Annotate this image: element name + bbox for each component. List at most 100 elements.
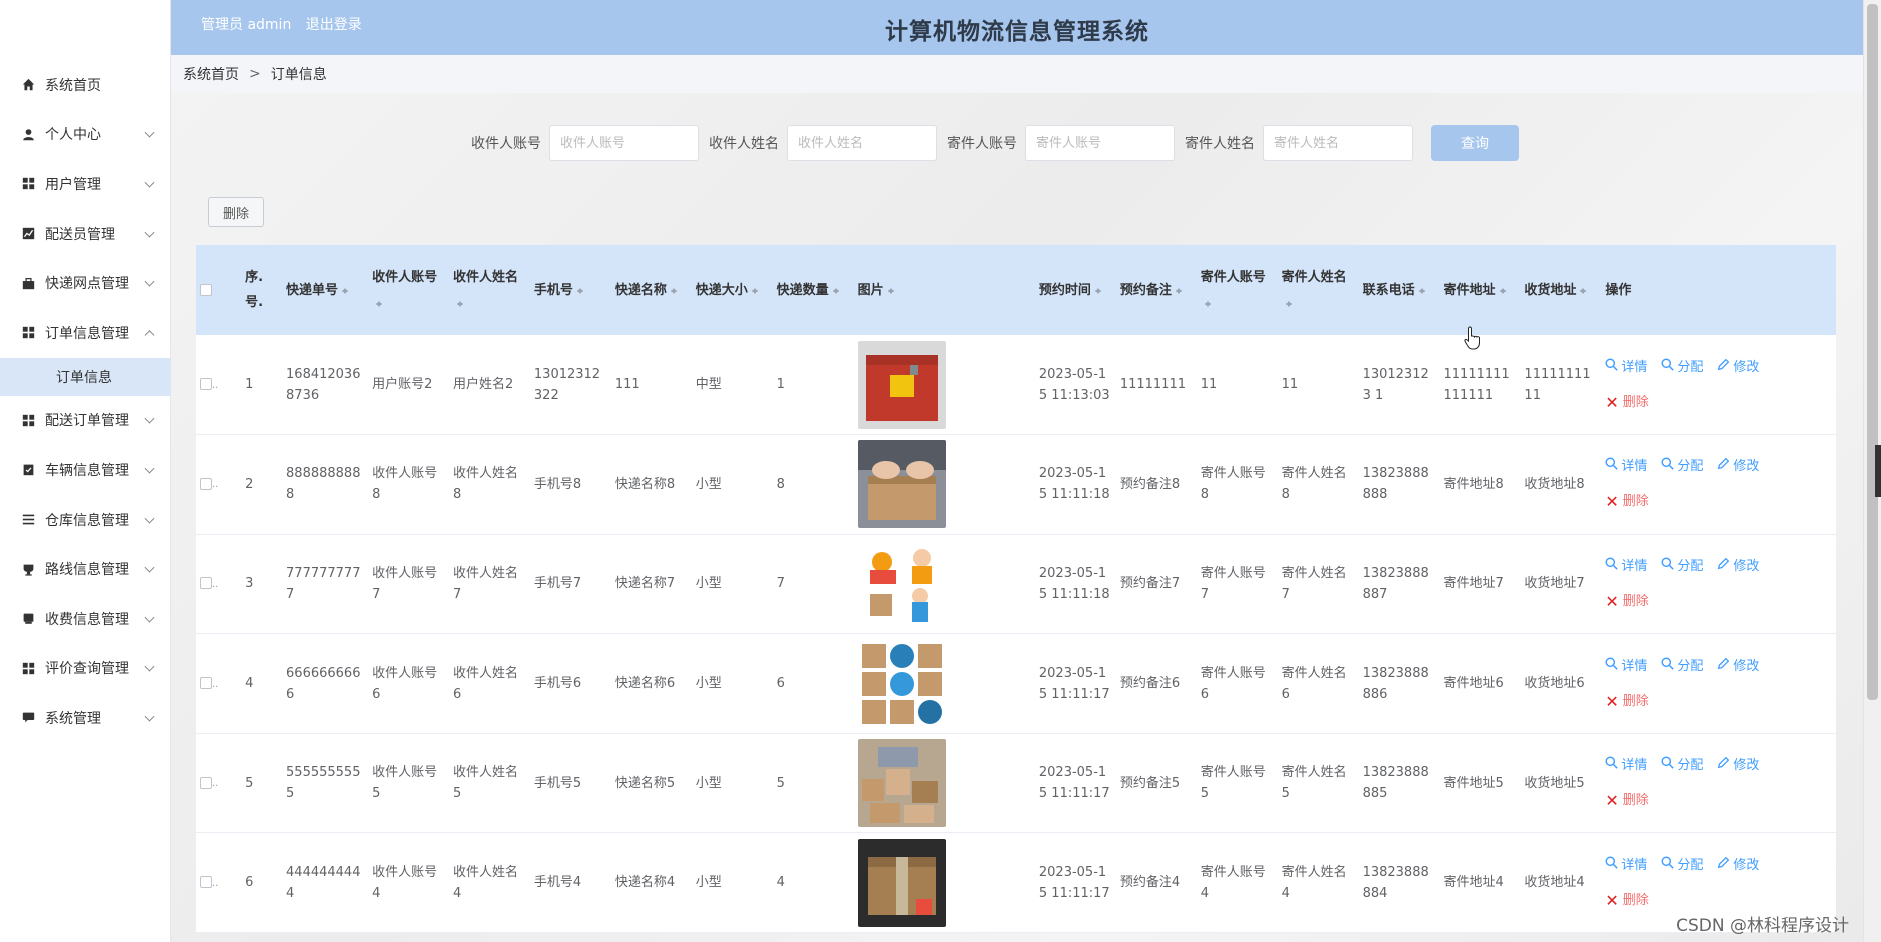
sort-icon[interactable] bbox=[1499, 285, 1507, 295]
col-header-size[interactable]: 快递大小 bbox=[691, 245, 773, 335]
sidebar-item-outlets[interactable]: 快递网点管理 bbox=[0, 258, 171, 308]
sidebar-item-system[interactable]: 系统管理 bbox=[0, 693, 171, 743]
sort-icon[interactable] bbox=[832, 285, 840, 295]
scrollbar-thumb[interactable] bbox=[1867, 4, 1878, 700]
col-header-image[interactable]: 图片 bbox=[853, 245, 1035, 335]
sidebar-item-users[interactable]: 用户管理 bbox=[0, 159, 171, 209]
sort-icon[interactable] bbox=[576, 285, 584, 295]
col-header-recv-acct[interactable]: 收件人账号 bbox=[368, 245, 449, 335]
detail-button[interactable]: 详情 bbox=[1605, 556, 1647, 577]
delete-button[interactable]: ✕ 删除 bbox=[1605, 591, 1648, 612]
search-input-send-name[interactable] bbox=[1263, 125, 1413, 161]
row-checkbox[interactable] bbox=[200, 577, 212, 590]
sort-icon[interactable] bbox=[375, 298, 383, 308]
row-select-cell[interactable]: .. bbox=[196, 534, 242, 635]
assign-button[interactable]: 分配 bbox=[1661, 456, 1703, 477]
cell-time: 2023-05-15 11:13:03 bbox=[1034, 335, 1116, 436]
row-checkbox[interactable] bbox=[200, 378, 212, 391]
edit-button[interactable]: 修改 bbox=[1717, 656, 1759, 677]
assign-button[interactable]: 分配 bbox=[1661, 357, 1703, 378]
order-image[interactable] bbox=[857, 739, 1031, 828]
row-select-cell[interactable]: .. bbox=[196, 633, 242, 734]
col-header-name[interactable]: 快递名称 bbox=[610, 245, 692, 335]
order-image[interactable] bbox=[857, 539, 1031, 628]
col-header-send-name[interactable]: 寄件人姓名 bbox=[1277, 245, 1359, 335]
sidebar-item-reviews[interactable]: 评价查询管理 bbox=[0, 644, 171, 694]
detail-button[interactable]: 详情 bbox=[1605, 656, 1647, 677]
row-checkbox[interactable] bbox=[200, 776, 212, 789]
search-input-recv-acct[interactable] bbox=[549, 125, 699, 161]
delete-button[interactable]: ✕ 删除 bbox=[1605, 691, 1648, 712]
submenu-item-order-info[interactable]: 订单信息 bbox=[0, 357, 171, 396]
order-image[interactable] bbox=[857, 340, 1031, 429]
col-header-send-acct[interactable]: 寄件人账号 bbox=[1196, 245, 1278, 335]
sort-icon[interactable] bbox=[1175, 285, 1183, 295]
vertical-scrollbar[interactable] bbox=[1863, 0, 1881, 942]
row-checkbox[interactable] bbox=[200, 477, 212, 490]
sidebar-item-couriers[interactable]: 配送员管理 bbox=[0, 209, 171, 259]
row-select-cell[interactable]: .. bbox=[196, 832, 242, 934]
detail-button[interactable]: 详情 bbox=[1605, 855, 1647, 876]
sidebar-item-fees[interactable]: 收费信息管理 bbox=[0, 594, 171, 644]
order-image[interactable] bbox=[857, 838, 1031, 927]
edit-button[interactable]: 修改 bbox=[1717, 556, 1759, 577]
col-header-phone[interactable]: 手机号 bbox=[529, 245, 611, 335]
sort-icon[interactable] bbox=[341, 285, 349, 295]
assign-button[interactable]: 分配 bbox=[1661, 855, 1703, 876]
assign-button[interactable]: 分配 bbox=[1661, 556, 1703, 577]
sort-icon[interactable] bbox=[456, 298, 464, 308]
edit-button[interactable]: 修改 bbox=[1717, 456, 1759, 477]
delete-button[interactable]: ✕ 删除 bbox=[1605, 890, 1648, 911]
sort-icon[interactable] bbox=[670, 285, 678, 295]
edit-button[interactable]: 修改 bbox=[1717, 755, 1759, 776]
delete-button[interactable]: ✕ 删除 bbox=[1605, 491, 1648, 512]
col-header-recv-name[interactable]: 收件人姓名 bbox=[448, 245, 530, 335]
row-checkbox[interactable] bbox=[200, 876, 212, 889]
row-select-cell[interactable]: .. bbox=[196, 335, 242, 436]
sidebar-item-profile[interactable]: 个人中心 bbox=[0, 110, 171, 160]
sort-icon[interactable] bbox=[1204, 298, 1212, 308]
sort-icon[interactable] bbox=[1579, 285, 1587, 295]
cell-actions: 详情 分配 修改 ✕ 删除 bbox=[1601, 633, 1836, 734]
order-image[interactable] bbox=[857, 440, 1031, 529]
search-input-send-acct[interactable] bbox=[1025, 125, 1175, 161]
col-header-qty[interactable]: 快递数量 bbox=[772, 245, 854, 335]
delete-button[interactable]: ✕ 删除 bbox=[1605, 392, 1648, 413]
sort-icon[interactable] bbox=[1285, 298, 1293, 308]
batch-delete-button[interactable]: 删除 bbox=[208, 197, 264, 227]
breadcrumb-home[interactable]: 系统首页 bbox=[183, 64, 239, 84]
sort-icon[interactable] bbox=[1094, 285, 1102, 295]
col-header-contact[interactable]: 联系电话 bbox=[1358, 245, 1440, 335]
col-header-note[interactable]: 预约备注 bbox=[1115, 245, 1197, 335]
assign-button[interactable]: 分配 bbox=[1661, 755, 1703, 776]
sort-icon[interactable] bbox=[887, 285, 895, 295]
col-header-tracking[interactable]: 快递单号 bbox=[282, 245, 369, 335]
chevron-down-icon bbox=[144, 276, 155, 287]
col-header-send-addr[interactable]: 寄件地址 bbox=[1439, 245, 1521, 335]
order-image[interactable] bbox=[857, 639, 1031, 728]
search-input-recv-name[interactable] bbox=[787, 125, 937, 161]
sidebar-item-home[interactable]: 系统首页 bbox=[0, 60, 171, 110]
select-all-header[interactable] bbox=[196, 245, 242, 335]
detail-button[interactable]: 详情 bbox=[1605, 456, 1647, 477]
assign-button[interactable]: 分配 bbox=[1661, 656, 1703, 677]
edit-button[interactable]: 修改 bbox=[1717, 855, 1759, 876]
delete-button[interactable]: ✕ 删除 bbox=[1605, 790, 1648, 811]
detail-button[interactable]: 详情 bbox=[1605, 357, 1647, 378]
sort-icon[interactable] bbox=[1418, 285, 1426, 295]
sidebar-item-routes[interactable]: 路线信息管理 bbox=[0, 544, 171, 594]
edit-button[interactable]: 修改 bbox=[1717, 357, 1759, 378]
detail-button[interactable]: 详情 bbox=[1605, 755, 1647, 776]
col-header-time[interactable]: 预约时间 bbox=[1034, 245, 1116, 335]
row-checkbox[interactable] bbox=[200, 677, 212, 690]
query-button[interactable]: 查询 bbox=[1431, 125, 1519, 161]
sidebar-item-warehouses[interactable]: 仓库信息管理 bbox=[0, 495, 171, 545]
sidebar-item-delivery-orders[interactable]: 配送订单管理 bbox=[0, 396, 171, 446]
sort-icon[interactable] bbox=[751, 285, 759, 295]
row-select-cell[interactable]: .. bbox=[196, 434, 242, 535]
row-select-cell[interactable]: .. bbox=[196, 733, 242, 834]
sidebar-item-vehicles[interactable]: 车辆信息管理 bbox=[0, 445, 171, 495]
sidebar-item-orders[interactable]: 订单信息管理 bbox=[0, 308, 171, 358]
col-header-recv-addr[interactable]: 收货地址 bbox=[1520, 245, 1602, 335]
select-all-checkbox[interactable] bbox=[200, 284, 212, 296]
